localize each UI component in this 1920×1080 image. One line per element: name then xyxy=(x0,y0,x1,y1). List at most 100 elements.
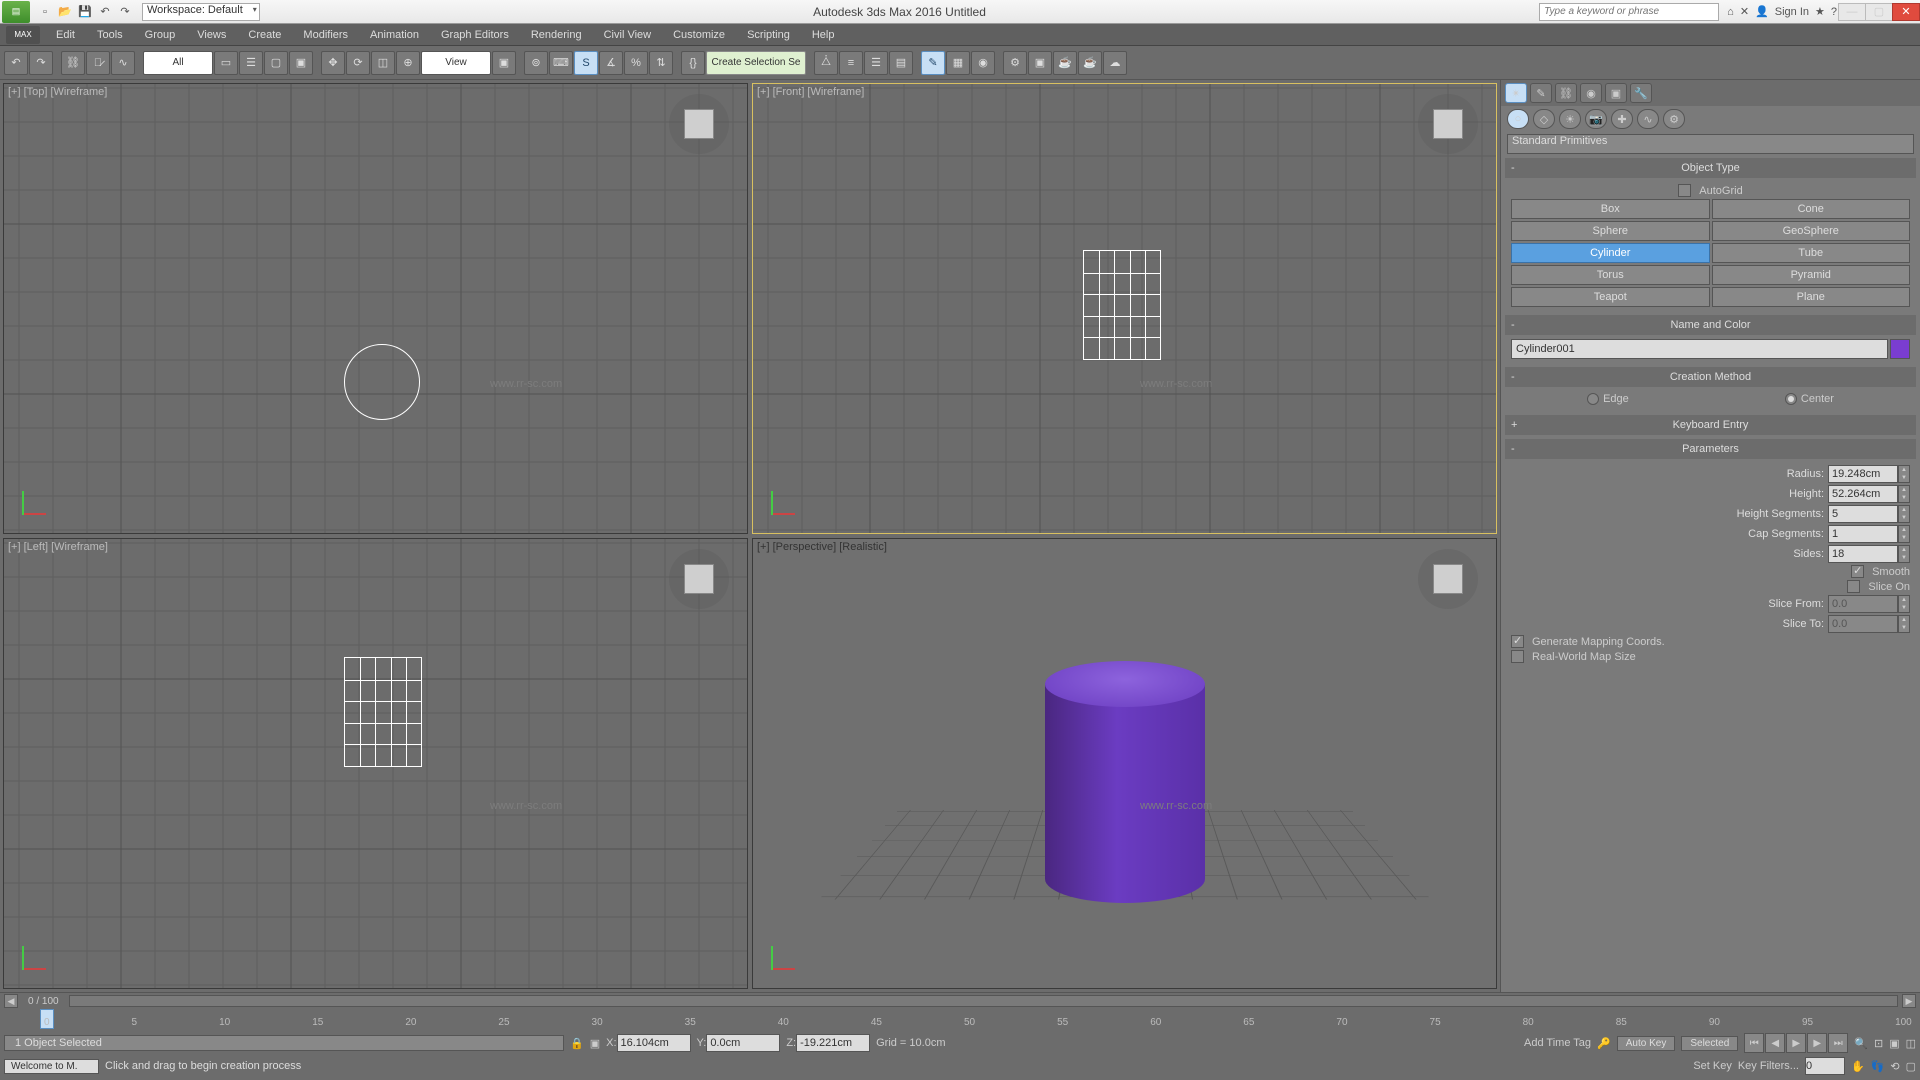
layers-button[interactable]: ☰ xyxy=(864,51,888,75)
viewcube-left[interactable] xyxy=(669,549,729,609)
nav-walk-icon[interactable]: 👣 xyxy=(1871,1060,1885,1073)
nav-pan-icon[interactable]: ✋ xyxy=(1851,1060,1865,1073)
menu-create[interactable]: Create xyxy=(238,27,291,43)
open-icon[interactable]: 📂 xyxy=(56,3,74,21)
nav-zoom-extents-icon[interactable]: ▣ xyxy=(1889,1037,1899,1050)
timeline-track[interactable] xyxy=(69,995,1898,1007)
viewcube-front[interactable] xyxy=(1418,94,1478,154)
sub-helpers[interactable]: ✚ xyxy=(1611,109,1633,129)
sub-cameras[interactable]: 📷 xyxy=(1585,109,1607,129)
render-online-button[interactable]: ☁ xyxy=(1103,51,1127,75)
gen-mapping-checkbox[interactable] xyxy=(1511,635,1524,648)
selection-filter-dropdown[interactable]: All xyxy=(143,51,213,75)
rotate-button[interactable]: ⟳ xyxy=(346,51,370,75)
app-menu-icon[interactable]: ▤ xyxy=(2,1,30,23)
real-world-checkbox[interactable] xyxy=(1511,650,1524,663)
spinner-snap-button[interactable]: ⇅ xyxy=(649,51,673,75)
keyboard-shortcut-button[interactable]: ⌨ xyxy=(549,51,573,75)
viewport-front[interactable]: [+] [Front] [Wireframe] xyxy=(752,83,1497,534)
rollout-creation-method[interactable]: Creation Method xyxy=(1505,367,1916,387)
menu-animation[interactable]: Animation xyxy=(360,27,429,43)
rollout-name-color[interactable]: Name and Color xyxy=(1505,315,1916,335)
align-button[interactable]: ≡ xyxy=(839,51,863,75)
key-filters-button[interactable]: Key Filters... xyxy=(1738,1060,1799,1072)
curve-editor-button[interactable]: ✎ xyxy=(921,51,945,75)
viewport-top[interactable]: [+] [Top] [Wireframe] xyxy=(3,83,748,534)
close-button[interactable]: ✕ xyxy=(1892,3,1920,21)
slice-on-checkbox[interactable] xyxy=(1847,580,1860,593)
set-key-button[interactable]: Set Key xyxy=(1693,1060,1732,1072)
radius-input[interactable] xyxy=(1828,465,1898,483)
timeline-left-arrow[interactable]: ◀ xyxy=(4,994,18,1008)
tab-hierarchy[interactable]: ⛓ xyxy=(1555,83,1577,103)
menu-scripting[interactable]: Scripting xyxy=(737,27,800,43)
bind-spacewarp-button[interactable]: ∿ xyxy=(111,51,135,75)
goto-start-button[interactable]: ⏮ xyxy=(1744,1033,1764,1053)
y-input[interactable] xyxy=(706,1034,780,1052)
menu-civil-view[interactable]: Civil View xyxy=(594,27,661,43)
rollout-object-type[interactable]: Object Type xyxy=(1505,158,1916,178)
primitive-pyramid[interactable]: Pyramid xyxy=(1712,265,1911,285)
edit-named-sel-button[interactable]: {} xyxy=(681,51,705,75)
primitive-sphere[interactable]: Sphere xyxy=(1511,221,1710,241)
primitive-tube[interactable]: Tube xyxy=(1712,243,1911,263)
new-icon[interactable]: ▫ xyxy=(36,3,54,21)
workspace-dropdown[interactable]: Workspace: Default xyxy=(142,3,260,21)
key-icon[interactable]: 🔑 xyxy=(1597,1037,1611,1050)
percent-snap-button[interactable]: % xyxy=(624,51,648,75)
viewport-front-label[interactable]: [+] [Front] [Wireframe] xyxy=(757,86,864,98)
primitive-torus[interactable]: Torus xyxy=(1511,265,1710,285)
cylinder-left-wire[interactable] xyxy=(344,657,422,767)
radius-spinner[interactable]: ▲▼ xyxy=(1898,465,1910,483)
sub-shapes[interactable]: ◇ xyxy=(1533,109,1555,129)
window-crossing-button[interactable]: ▣ xyxy=(289,51,313,75)
primitive-plane[interactable]: Plane xyxy=(1712,287,1911,307)
help-icon[interactable]: ? xyxy=(1831,6,1837,18)
menu-tools[interactable]: Tools xyxy=(87,27,133,43)
signin-icon[interactable]: 👤 xyxy=(1755,5,1769,18)
current-frame-input[interactable] xyxy=(1805,1057,1845,1075)
maximize-button[interactable]: ▢ xyxy=(1865,3,1893,21)
schematic-view-button[interactable]: ▦ xyxy=(946,51,970,75)
menu-rendering[interactable]: Rendering xyxy=(521,27,592,43)
minimize-button[interactable]: — xyxy=(1838,3,1866,21)
primitive-cylinder[interactable]: Cylinder xyxy=(1511,243,1710,263)
sub-lights[interactable]: ☀ xyxy=(1559,109,1581,129)
undo-button[interactable]: ↶ xyxy=(4,51,28,75)
add-time-tag[interactable]: Add Time Tag xyxy=(1524,1037,1591,1049)
select-region-button[interactable]: ▢ xyxy=(264,51,288,75)
tab-motion[interactable]: ◉ xyxy=(1580,83,1602,103)
placement-button[interactable]: ⊕ xyxy=(396,51,420,75)
rollout-parameters[interactable]: Parameters xyxy=(1505,439,1916,459)
snap-toggle-button[interactable]: S xyxy=(574,51,598,75)
viewport-top-label[interactable]: [+] [Top] [Wireframe] xyxy=(8,86,107,98)
scale-button[interactable]: ◫ xyxy=(371,51,395,75)
viewport-perspective[interactable]: [+] [Perspective] [Realistic] xyxy=(752,538,1497,989)
cylinder-top-wire[interactable] xyxy=(344,344,420,420)
undo-icon[interactable]: ↶ xyxy=(96,3,114,21)
goto-end-button[interactable]: ⏭ xyxy=(1828,1033,1848,1053)
render-production-button[interactable]: ☕ xyxy=(1053,51,1077,75)
mirror-button[interactable]: ⧊ xyxy=(814,51,838,75)
angle-snap-button[interactable]: ∡ xyxy=(599,51,623,75)
auto-key-button[interactable]: Auto Key xyxy=(1617,1036,1676,1051)
search-input[interactable] xyxy=(1539,3,1719,21)
center-radio[interactable] xyxy=(1785,393,1797,405)
menu-views[interactable]: Views xyxy=(187,27,236,43)
primitive-box[interactable]: Box xyxy=(1511,199,1710,219)
viewcube-top[interactable] xyxy=(669,94,729,154)
cap-seg-input[interactable] xyxy=(1828,525,1898,543)
select-name-button[interactable]: ☰ xyxy=(239,51,263,75)
menu-group[interactable]: Group xyxy=(135,27,186,43)
named-selection-dropdown[interactable]: Create Selection Se xyxy=(706,51,806,75)
sides-input[interactable] xyxy=(1828,545,1898,563)
next-frame-button[interactable]: ▶ xyxy=(1807,1033,1827,1053)
toggle-ribbon-button[interactable]: ▤ xyxy=(889,51,913,75)
cylinder-front-wire[interactable] xyxy=(1083,250,1161,360)
object-name-input[interactable] xyxy=(1511,339,1888,359)
selected-filter-dropdown[interactable]: Selected xyxy=(1681,1036,1738,1051)
favorites-icon[interactable]: ★ xyxy=(1815,5,1825,18)
nav-maximize-icon[interactable]: ▢ xyxy=(1906,1060,1916,1073)
render-setup-button[interactable]: ⚙ xyxy=(1003,51,1027,75)
unlink-button[interactable]: ⛓̷ xyxy=(86,51,110,75)
